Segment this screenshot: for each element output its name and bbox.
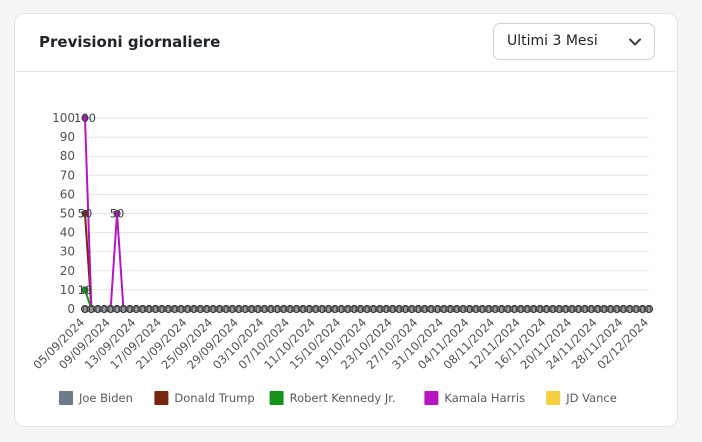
data-label: 0 (357, 305, 363, 316)
legend-swatch[interactable] (59, 391, 73, 405)
data-label: 0 (120, 305, 126, 316)
data-label: 0 (498, 305, 504, 316)
data-label: 0 (396, 305, 402, 316)
data-label: 0 (229, 305, 235, 316)
legend-swatch[interactable] (269, 391, 284, 405)
data-label: 0 (223, 305, 229, 316)
card-header: Previsioni giornaliere Ultimi 3 Mesi (15, 14, 677, 72)
legend-label[interactable]: Kamala Harris (444, 391, 525, 405)
y-tick-label: 70 (60, 168, 75, 182)
line-chart: 010203040506070809010005/09/202409/09/20… (30, 111, 654, 405)
card-title: Previsioni giornaliere (39, 33, 221, 51)
data-label: 0 (537, 305, 543, 316)
data-label: 0 (543, 305, 549, 316)
legend-swatch[interactable] (154, 391, 169, 405)
data-label: 0 (505, 305, 511, 316)
legend-swatch[interactable] (546, 391, 561, 405)
data-label: 0 (88, 305, 94, 316)
data-label: 0 (159, 305, 165, 316)
data-label: 0 (402, 305, 408, 316)
data-label: 0 (114, 305, 120, 316)
data-label: 0 (255, 305, 261, 316)
data-label: 0 (261, 305, 267, 316)
y-tick-label: 30 (60, 245, 75, 259)
legend-label[interactable]: Joe Biden (78, 391, 133, 405)
data-label: 0 (428, 305, 434, 316)
data-label: 0 (582, 305, 588, 316)
data-label: 0 (639, 305, 645, 316)
data-label: 0 (575, 305, 581, 316)
data-label: 0 (370, 305, 376, 316)
data-label: 0 (293, 305, 299, 316)
data-label: 10 (78, 283, 93, 297)
data-label: 0 (473, 305, 479, 316)
data-label: 0 (146, 305, 152, 316)
data-label: 0 (152, 305, 158, 316)
data-label: 0 (82, 305, 88, 316)
chart-area: 0 10 20 30 40 50 60 70 80 90 100 05/09/2024 09/09/20… (15, 72, 679, 428)
data-label: 0 (287, 305, 293, 316)
data-label: 0 (191, 305, 197, 316)
data-label: 50 (110, 207, 125, 221)
data-label: 0 (434, 305, 440, 316)
data-label: 0 (441, 305, 447, 316)
data-label: 0 (300, 305, 306, 316)
range-select[interactable]: Ultimi 3 Mesi (493, 23, 655, 60)
data-label: 0 (614, 305, 620, 316)
data-label: 50 (78, 207, 93, 221)
y-tick-label: 0 (67, 302, 75, 316)
y-tick-label: 80 (60, 149, 75, 163)
data-label: 0 (607, 305, 613, 316)
legend-label[interactable]: Donald Trump (174, 391, 254, 405)
y-tick-label: 100 (52, 111, 75, 125)
legend-label[interactable]: Robert Kennedy Jr. (290, 391, 396, 405)
data-label: 0 (332, 305, 338, 316)
y-tick-label: 20 (60, 264, 75, 278)
y-tick-label: 60 (60, 187, 75, 201)
y-tick-label: 90 (60, 130, 75, 144)
series-line (84, 213, 649, 310)
legend-swatch[interactable] (424, 391, 439, 405)
range-select-value: Ultimi 3 Mesi (507, 33, 598, 49)
data-label: 0 (646, 305, 652, 316)
legend-label[interactable]: JD Vance (565, 391, 617, 405)
data-label: 0 (511, 305, 517, 316)
y-tick-label: 40 (60, 226, 75, 240)
data-label: 0 (216, 305, 222, 316)
data-label: 0 (466, 305, 472, 316)
data-label: 0 (364, 305, 370, 316)
data-label: 0 (184, 305, 190, 316)
data-label: 0 (569, 305, 575, 316)
chevron-down-icon (629, 38, 641, 46)
data-label: 100 (74, 111, 96, 125)
forecast-card: Previsioni giornaliere Ultimi 3 Mesi 0 10… (14, 13, 678, 427)
y-tick-label: 50 (60, 207, 75, 221)
data-label: 0 (325, 305, 331, 316)
y-tick-label: 10 (60, 283, 75, 297)
